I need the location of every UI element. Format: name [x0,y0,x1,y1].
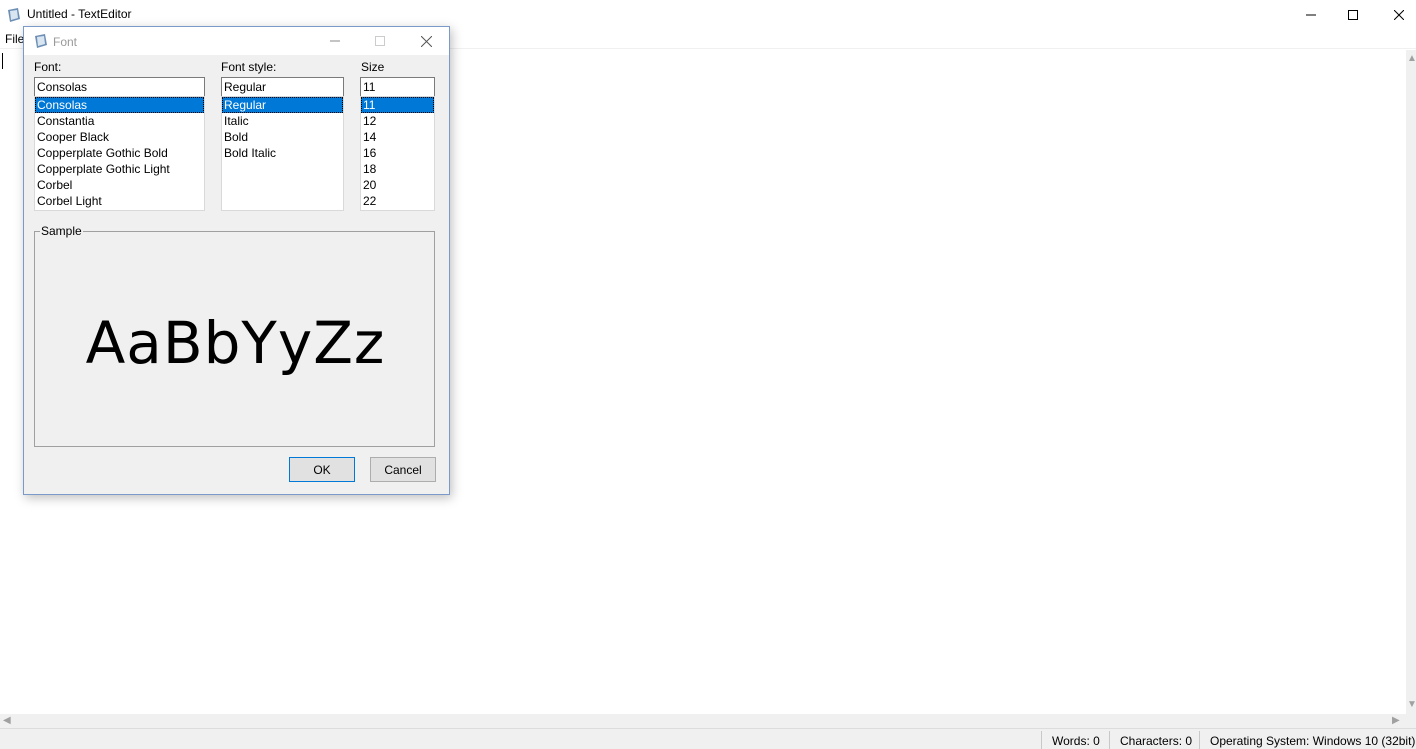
font-dialog: Font Font: Font style: Size Consolas Reg… [23,26,450,495]
scroll-corner [1406,714,1416,728]
font-size-input[interactable]: 11 [360,77,435,96]
status-characters: Characters: 0 [1109,731,1202,749]
window-title: Untitled - TextEditor [27,7,132,21]
scroll-up-icon[interactable]: ▲ [1407,54,1416,64]
maximize-icon [375,36,385,46]
list-item[interactable]: Consolas [35,97,204,113]
list-item[interactable]: Cooper Black [35,129,204,145]
scroll-right-icon[interactable]: ▶ [1392,716,1400,726]
list-item[interactable]: 18 [361,161,434,177]
font-list[interactable]: Consolas Constantia Cooper Black Copperplat… [34,96,205,211]
list-item[interactable]: Regular [222,97,343,113]
sample-label: Sample [40,224,83,238]
font-style-input[interactable]: Regular [221,77,344,96]
list-item[interactable]: Italic [222,113,343,129]
list-item[interactable]: Copperplate Gothic Bold [35,145,204,161]
minimize-button[interactable] [1288,0,1334,30]
sample-preview: AaBbYyZz [85,309,386,377]
dialog-maximize-button [358,27,402,55]
list-item[interactable]: 12 [361,113,434,129]
minimize-icon [330,40,340,42]
list-item[interactable]: 11 [361,97,434,113]
status-words: Words: 0 [1041,731,1110,749]
list-item[interactable]: Corbel [35,177,204,193]
font-style-list[interactable]: Regular Italic Bold Bold Italic [221,96,344,211]
list-item[interactable]: 20 [361,177,434,193]
list-item[interactable]: Bold Italic [222,145,343,161]
font-style-label: Font style: [221,60,277,74]
minimize-icon [1306,14,1316,16]
list-item[interactable]: Bold [222,129,343,145]
vertical-scrollbar[interactable]: ▲ ▼ [1406,50,1416,714]
scroll-left-icon[interactable]: ◀ [3,716,11,726]
maximize-icon [1348,10,1358,20]
menu-file[interactable]: File [5,32,24,46]
status-os: Operating System: Windows 10 (32bit) [1199,731,1416,749]
dialog-titlebar[interactable]: Font [24,27,449,55]
dialog-minimize-button[interactable] [313,27,357,55]
size-label: Size [361,60,385,74]
close-icon [1394,10,1404,20]
list-item[interactable]: Constantia [35,113,204,129]
ok-button[interactable]: OK [289,457,355,482]
list-item[interactable]: 14 [361,129,434,145]
cancel-button[interactable]: Cancel [370,457,436,482]
list-item[interactable]: Copperplate Gothic Light [35,161,204,177]
horizontal-scrollbar[interactable]: ◀ ▶ [0,714,1406,728]
dialog-icon [33,33,49,49]
list-item[interactable]: 16 [361,145,434,161]
app-icon [6,7,22,23]
dialog-close-button[interactable] [404,27,448,55]
font-name-input[interactable]: Consolas [34,77,205,96]
close-button[interactable] [1376,0,1416,30]
close-icon [420,35,432,47]
maximize-button[interactable] [1330,0,1376,30]
font-size-list[interactable]: 11 12 14 16 18 20 22 [360,96,435,211]
text-caret [2,53,3,69]
status-bar: Words: 0 Characters: 0 Operating System:… [0,728,1416,749]
list-item[interactable]: Corbel Light [35,193,204,209]
dialog-title: Font [53,35,78,49]
font-label: Font: [34,60,62,74]
sample-group: Sample AaBbYyZz [34,224,435,447]
scroll-down-icon[interactable]: ▼ [1407,700,1416,710]
list-item[interactable]: 22 [361,193,434,209]
